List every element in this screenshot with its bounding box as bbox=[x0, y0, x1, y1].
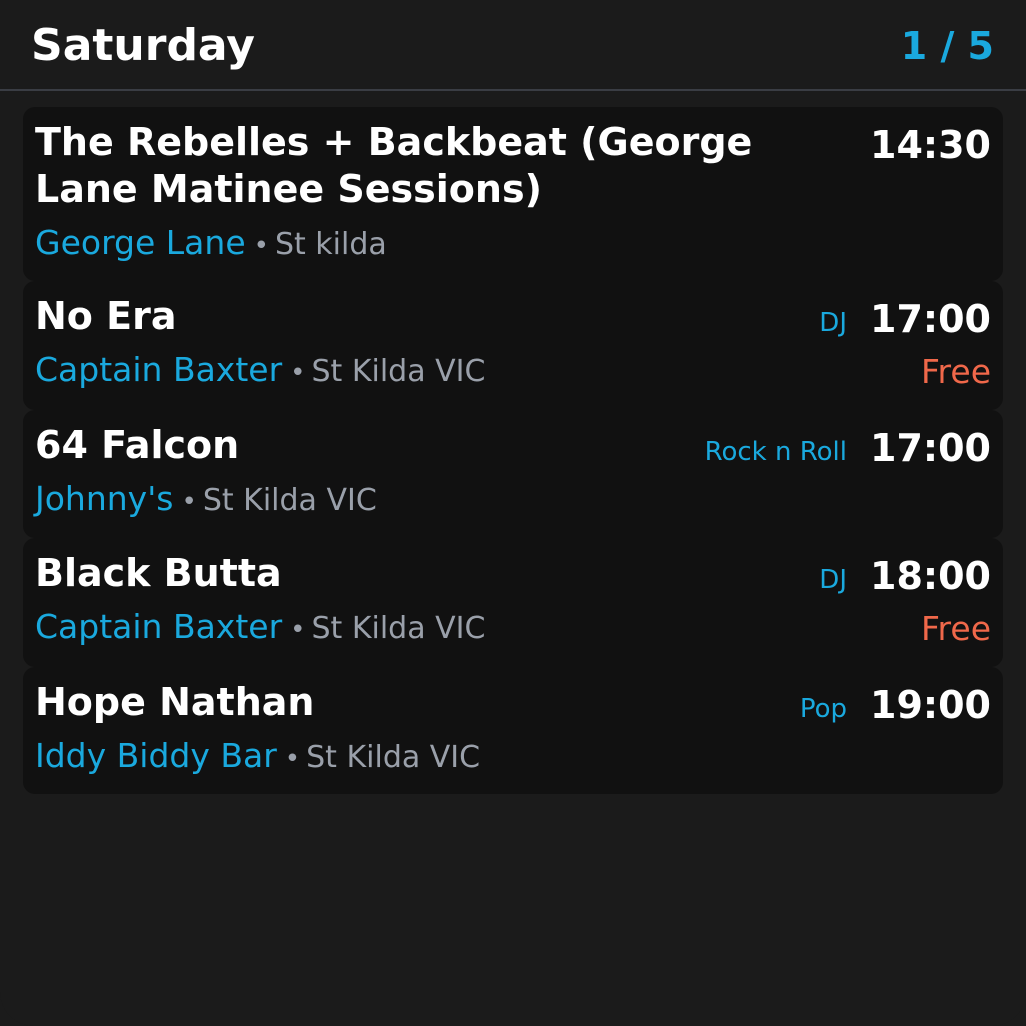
event-genre: DJ bbox=[819, 565, 847, 595]
event-time: 18:00 bbox=[870, 554, 991, 598]
event-time: 17:00 bbox=[870, 426, 991, 470]
event-genre: Pop bbox=[799, 694, 847, 724]
event-time: 19:00 bbox=[870, 683, 991, 727]
event-locality: St kilda bbox=[274, 227, 387, 262]
event-venue-line: Captain Baxter • St Kilda VIC bbox=[35, 350, 485, 393]
event-price: Free bbox=[920, 609, 991, 648]
event-time: 14:30 bbox=[870, 123, 991, 167]
event-locality: St Kilda VIC bbox=[311, 611, 486, 646]
event-locality: St Kilda VIC bbox=[202, 483, 377, 518]
event-list: The Rebelles + Backbeat (George Lane Mat… bbox=[23, 107, 1003, 794]
bullet-separator: • bbox=[290, 358, 306, 388]
event-locality: St Kilda VIC bbox=[306, 740, 481, 775]
bullet-separator: • bbox=[253, 231, 269, 261]
event-venue-line: George Lane • St kilda bbox=[35, 223, 387, 266]
event-genre: DJ bbox=[819, 308, 847, 338]
event-genre: Rock n Roll bbox=[704, 437, 847, 467]
bullet-separator: • bbox=[284, 744, 301, 774]
event-list-screen: Saturday 1 / 5 The Rebelles + Backbeat (… bbox=[0, 0, 1026, 1026]
event-price: Free bbox=[920, 352, 991, 391]
event-title: Hope Nathan bbox=[35, 680, 315, 724]
event-title: The Rebelles + Backbeat (George Lane Mat… bbox=[35, 120, 753, 211]
event-time: 17:00 bbox=[870, 297, 991, 341]
page-counter: 1 / 5 bbox=[900, 24, 994, 68]
event-venue[interactable]: Captain Baxter bbox=[35, 607, 282, 646]
event-title: Black Butta bbox=[35, 551, 282, 595]
bullet-separator: • bbox=[290, 615, 306, 645]
event-venue[interactable]: Iddy Biddy Bar bbox=[35, 736, 277, 775]
page-title: Saturday bbox=[31, 20, 255, 71]
header: Saturday 1 / 5 bbox=[0, 0, 1026, 91]
event-title: No Era bbox=[35, 294, 177, 338]
bullet-separator: • bbox=[181, 487, 197, 517]
event-card[interactable]: Black Butta DJ 18:00 Captain Baxter • St K… bbox=[23, 538, 1003, 667]
event-venue-line: Johnny's • St Kilda VIC bbox=[35, 479, 377, 522]
event-venue[interactable]: Captain Baxter bbox=[35, 350, 282, 389]
event-card[interactable]: The Rebelles + Backbeat (George Lane Mat… bbox=[23, 107, 1003, 281]
event-card[interactable]: Hope Nathan Pop 19:00 Iddy Biddy Bar • St … bbox=[23, 667, 1003, 794]
event-venue-line: Iddy Biddy Bar • St Kilda VIC bbox=[35, 736, 480, 779]
event-card[interactable]: 64 Falcon Rock n Roll 17:00 Johnny's • St … bbox=[23, 410, 1003, 538]
event-card[interactable]: No Era DJ 17:00 Captain Baxter • St Kilda … bbox=[23, 281, 1003, 410]
event-venue[interactable]: George Lane bbox=[35, 223, 246, 262]
event-locality: St Kilda VIC bbox=[311, 354, 486, 389]
event-title: 64 Falcon bbox=[35, 423, 240, 467]
event-venue-line: Captain Baxter • St Kilda VIC bbox=[35, 607, 485, 650]
event-venue[interactable]: Johnny's bbox=[35, 479, 173, 518]
